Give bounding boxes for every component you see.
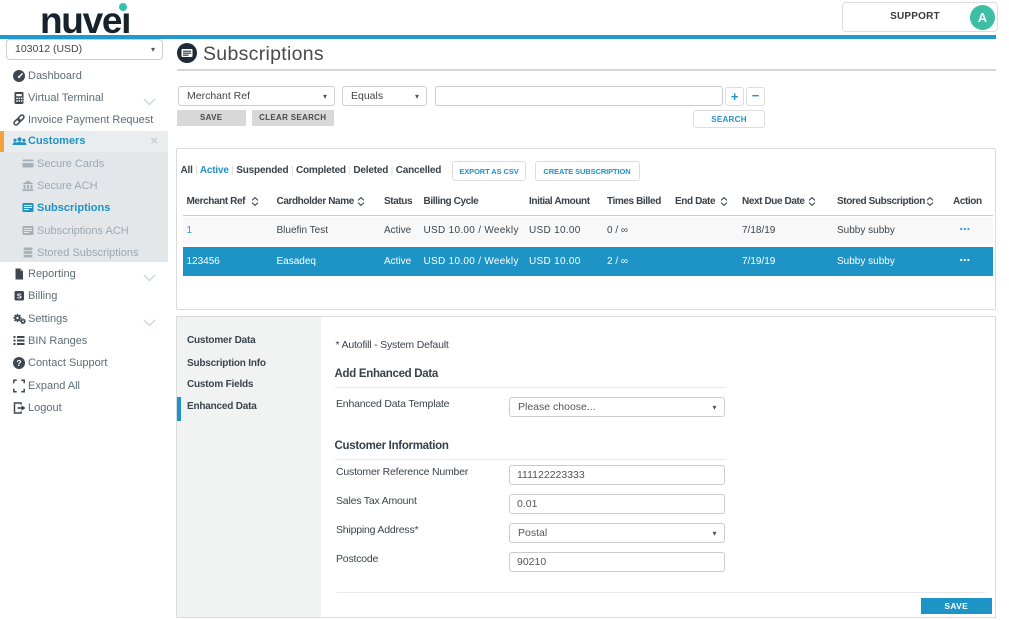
svg-text:?: ?	[16, 358, 21, 368]
svg-text:S: S	[17, 292, 22, 301]
